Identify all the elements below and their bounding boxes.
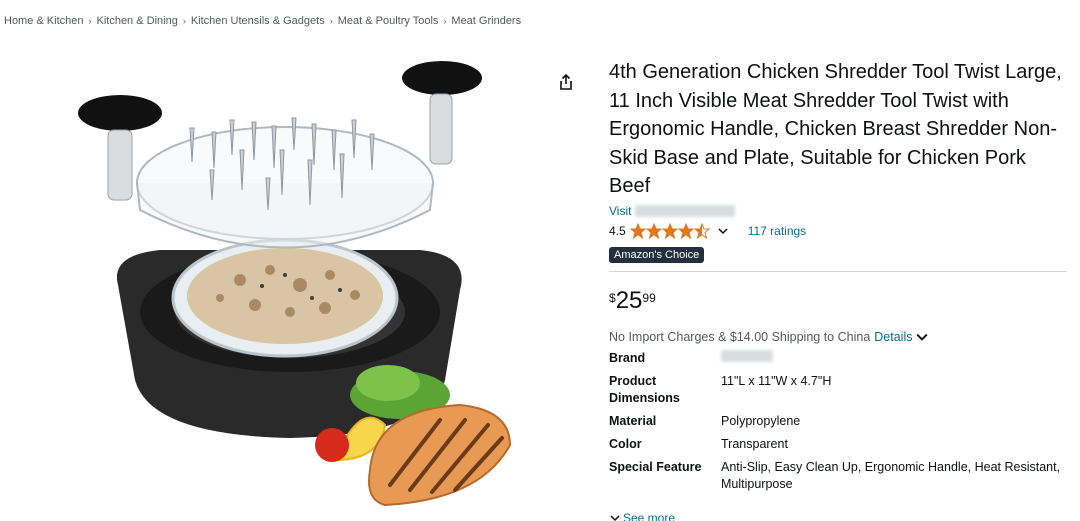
store-link[interactable]: Visit	[609, 203, 1067, 219]
breadcrumb-meat-poultry-tools[interactable]: Meat & Poultry Tools	[338, 15, 439, 27]
shipping-text: No Import Charges & $14.00 Shipping to C…	[609, 329, 871, 344]
store-name-redacted	[635, 204, 736, 217]
shipping-info: No Import Charges & $14.00 Shipping to C…	[609, 330, 1067, 344]
spec-label: Product Dimensions	[609, 373, 680, 405]
shipping-details-link[interactable]: Details	[874, 330, 912, 344]
spec-row-material: Material Polypropylene	[609, 413, 1067, 430]
spec-label: Brand	[609, 350, 646, 365]
spec-row-special-feature: Special Feature Anti-Slip, Easy Clean Up…	[609, 459, 1067, 493]
breadcrumb-separator: ›	[443, 16, 447, 26]
see-more-label: See more	[623, 511, 676, 521]
breadcrumb-separator: ›	[88, 16, 92, 26]
brand-redacted	[721, 349, 773, 362]
share-icon[interactable]	[556, 72, 576, 92]
spec-label: Color	[609, 436, 642, 451]
star-rating[interactable]	[629, 222, 728, 239]
spec-value	[721, 349, 1067, 367]
spec-row-color: Color Transparent	[609, 436, 1067, 453]
star-icon	[629, 222, 711, 239]
spec-label: Special Feature	[609, 459, 702, 474]
product-title: 4th Generation Chicken Shredder Tool Twi…	[609, 61, 1062, 198]
divider	[609, 270, 1067, 272]
spec-value: Transparent	[721, 436, 788, 451]
rating-row: 4.5 117 ratings	[609, 221, 1067, 241]
breadcrumb-separator: ›	[329, 16, 333, 26]
store-link-label: Visit	[609, 203, 632, 218]
spec-value: Polypropylene	[721, 413, 801, 428]
ratings-count-link[interactable]: 117 ratings	[748, 224, 806, 238]
chevron-down-icon[interactable]	[916, 331, 928, 343]
breadcrumb-home-kitchen[interactable]: Home & Kitchen	[4, 15, 83, 27]
spec-table: Brand Product Dimensions 11"L x 11"W x 4…	[609, 349, 1067, 493]
breadcrumb-separator: ›	[182, 16, 186, 26]
breadcrumb-kitchen-utensils[interactable]: Kitchen Utensils & Gadgets	[191, 15, 325, 27]
chevron-down-icon[interactable]	[718, 226, 728, 236]
amazons-choice-badge[interactable]: Amazon's Choice	[609, 246, 705, 263]
spec-row-brand: Brand	[609, 349, 1067, 367]
breadcrumb-kitchen-dining[interactable]: Kitchen & Dining	[96, 15, 177, 27]
product-details: 4th Generation Chicken Shredder Tool Twi…	[609, 58, 1067, 499]
product-image[interactable]	[40, 50, 540, 521]
spec-label: Material	[609, 413, 657, 428]
breadcrumb: Home & Kitchen › Kitchen & Dining › Kitc…	[4, 15, 521, 27]
spec-row-dimensions: Product Dimensions 11"L x 11"W x 4.7"H	[609, 373, 1067, 407]
breadcrumb-meat-grinders[interactable]: Meat Grinders	[451, 15, 521, 27]
see-more-link[interactable]: See more	[610, 511, 675, 521]
price-symbol: $	[609, 290, 616, 305]
spec-value: Anti-Slip, Easy Clean Up, Ergonomic Hand…	[721, 459, 1061, 491]
shredder-product-illustration	[78, 61, 512, 507]
spec-value: 11"L x 11"W x 4.7"H	[721, 373, 832, 388]
price-fraction: 99	[642, 290, 656, 305]
rating-value: 4.5	[609, 223, 626, 238]
price-whole: 25	[615, 286, 643, 314]
chevron-down-icon	[610, 515, 620, 521]
price: $ 25 99	[609, 286, 1067, 318]
